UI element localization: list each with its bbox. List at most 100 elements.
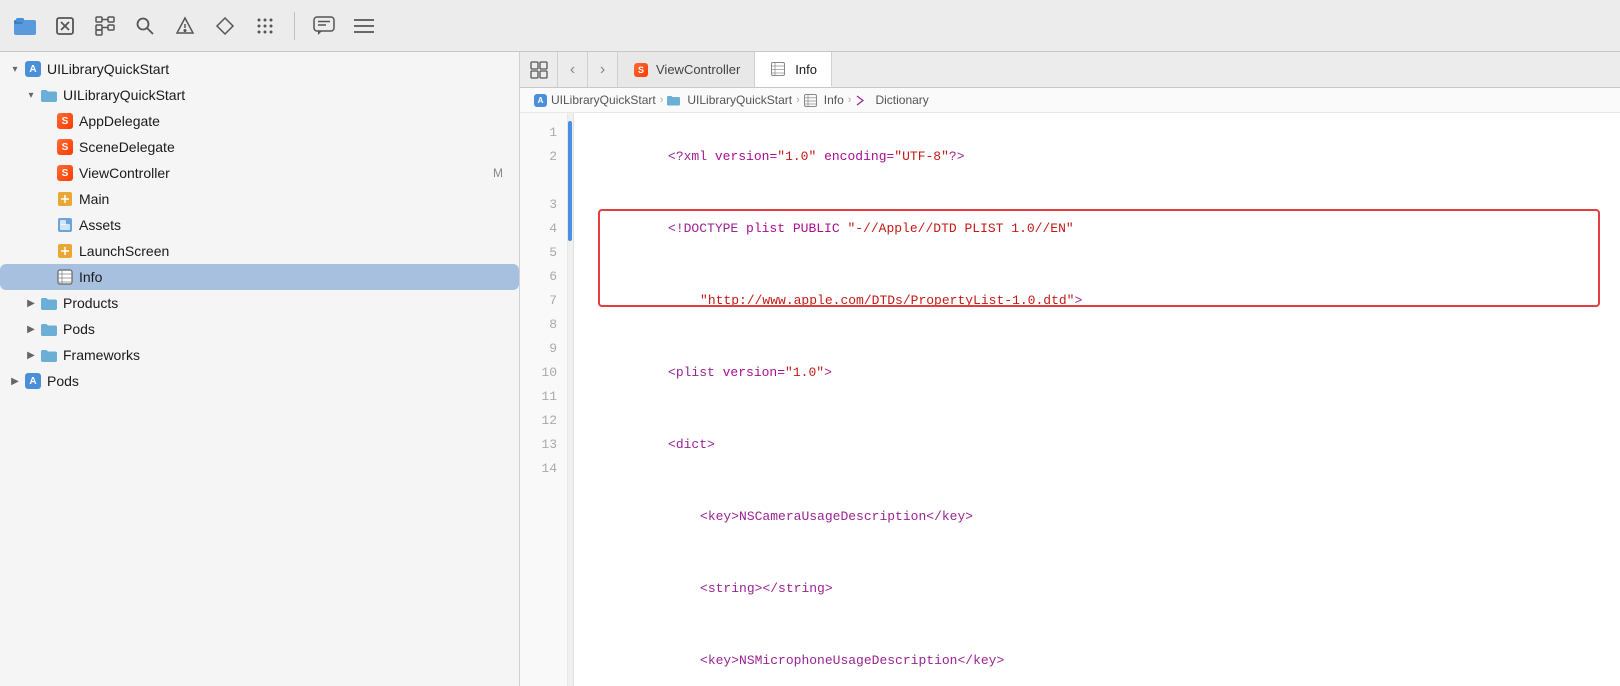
lines-icon[interactable]	[351, 13, 377, 39]
disclosure-empty	[40, 114, 54, 128]
sidebar-label-SceneDelegate: SceneDelegate	[79, 139, 175, 155]
code-line-6: <string></string>	[590, 553, 1620, 625]
sidebar-label-Assets: Assets	[79, 217, 121, 233]
folder-icon-Pods	[40, 320, 58, 338]
tab-back-btn[interactable]: ‹	[558, 52, 588, 87]
code-attr-1b: encoding=	[816, 149, 894, 164]
code-plist-val: "1.0"	[785, 365, 824, 380]
tab-bar: ‹ › S ViewController	[520, 52, 1620, 88]
sidebar-label-Main: Main	[79, 191, 109, 207]
sidebar-group-label: UILibraryQuickStart	[63, 87, 185, 103]
info-table-icon	[56, 268, 74, 286]
line-num-6: 6	[520, 265, 567, 289]
line-num-13: 13	[520, 433, 567, 457]
breadcrumb-sep-1: ›	[660, 94, 664, 106]
line-num-1: 1	[520, 121, 567, 145]
badge-m: M	[493, 166, 511, 180]
code-key-5-open: <key>	[700, 509, 739, 524]
sidebar-item-Assets[interactable]: Assets	[0, 212, 519, 238]
close-tab-icon[interactable]	[52, 13, 78, 39]
folder-icon[interactable]	[12, 13, 38, 39]
sidebar-item-SceneDelegate[interactable]: S SceneDelegate	[0, 134, 519, 160]
sidebar-label-Products: Products	[63, 295, 118, 311]
search-icon[interactable]	[132, 13, 158, 39]
diamond-icon[interactable]	[212, 13, 238, 39]
code-key-7-close: </key>	[957, 653, 1004, 668]
line-num-14: 14	[520, 457, 567, 481]
line-num-5: 5	[520, 241, 567, 265]
info-tab-icon	[769, 60, 787, 78]
breadcrumb-UILibraryQuickStart-app[interactable]: A UILibraryQuickStart	[534, 93, 656, 107]
breadcrumb-Info[interactable]: Info	[804, 93, 844, 107]
hierarchy-icon[interactable]	[92, 13, 118, 39]
code-key-7-open: <key>	[700, 653, 739, 668]
disclosure-empty4	[40, 192, 54, 206]
disclosure-empty6	[40, 244, 54, 258]
disclosure-Frameworks[interactable]: ▶	[24, 348, 38, 362]
disclosure-group[interactable]: ▾	[24, 88, 38, 102]
folder-icon-group	[40, 86, 58, 104]
code-dict-open: <dict>	[668, 437, 715, 452]
swift-icon-AppDelegate: S	[56, 112, 74, 130]
breadcrumb-Dictionary[interactable]: Dictionary	[855, 93, 928, 107]
code-plist-attr: version=	[723, 365, 785, 380]
sidebar-label-ViewController: ViewController	[79, 165, 170, 181]
tab-info-label: Info	[795, 62, 817, 77]
breadcrumb-label-folder: UILibraryQuickStart	[687, 93, 792, 107]
chat-icon[interactable]	[311, 13, 337, 39]
disclosure-empty5	[40, 218, 54, 232]
tab-forward-btn[interactable]: ›	[588, 52, 618, 87]
code-tag-1a: <?	[668, 149, 684, 164]
sidebar-item-Frameworks[interactable]: ▶ Frameworks	[0, 342, 519, 368]
code-key-5-text: NSCameraUsageDescription	[739, 509, 926, 524]
tab-viewcontroller-label: ViewController	[656, 62, 740, 77]
folder-icon-Products	[40, 294, 58, 312]
grid-dots-icon[interactable]	[252, 13, 278, 39]
sidebar-item-LaunchScreen[interactable]: LaunchScreen	[0, 238, 519, 264]
pods-app-icon: A	[24, 372, 42, 390]
code-val-1a: "1.0"	[777, 149, 816, 164]
sidebar-item-Info[interactable]: Info	[0, 264, 519, 290]
sidebar-label-Pods-root: Pods	[47, 373, 79, 389]
disclosure-Pods[interactable]: ▶	[24, 322, 38, 336]
disclosure-empty2	[40, 140, 54, 154]
code-line-5: <key>NSCameraUsageDescription</key>	[590, 481, 1620, 553]
code-doctype-2: plist PUBLIC	[746, 221, 847, 236]
code-tag-1c: ?>	[949, 149, 965, 164]
code-plist-close: >	[824, 365, 832, 380]
code-key-5-close: </key>	[926, 509, 973, 524]
disclosure-Products[interactable]: ▶	[24, 296, 38, 310]
sidebar-item-AppDelegate[interactable]: S AppDelegate	[0, 108, 519, 134]
sidebar-item-root[interactable]: ▾ A UILibraryQuickStart	[0, 56, 519, 82]
sidebar-item-Pods-root[interactable]: ▶ A Pods	[0, 368, 519, 394]
main-content: ▾ A UILibraryQuickStart ▾ UILibraryQuick…	[0, 52, 1620, 686]
warning-icon[interactable]	[172, 13, 198, 39]
tab-viewcontroller[interactable]: S ViewController	[618, 52, 755, 87]
sidebar-item-Main[interactable]: Main	[0, 186, 519, 212]
line-num-8: 8	[520, 313, 567, 337]
swift-icon-SceneDelegate: S	[56, 138, 74, 156]
sidebar-item-Pods[interactable]: ▶ Pods	[0, 316, 519, 342]
disclosure-empty7	[40, 270, 54, 284]
code-plist-open: <plist	[668, 365, 723, 380]
line-num-2: 2	[520, 145, 567, 169]
code-line-4: <dict>	[590, 409, 1620, 481]
code-attr-1a: version=	[715, 149, 777, 164]
sidebar-root-label: UILibraryQuickStart	[47, 61, 169, 77]
swift-icon-ViewController: S	[56, 164, 74, 182]
sidebar-item-UILibraryQuickStart-group[interactable]: ▾ UILibraryQuickStart	[0, 82, 519, 108]
grid-view-btn[interactable]	[520, 52, 558, 87]
breadcrumb-label-app: UILibraryQuickStart	[551, 93, 656, 107]
code-string-6-close: </string>	[762, 581, 832, 596]
breadcrumb-UILibraryQuickStart-folder[interactable]: UILibraryQuickStart	[667, 93, 792, 107]
code-val-1b: "UTF-8"	[894, 149, 949, 164]
breadcrumb-label-info: Info	[824, 93, 844, 107]
swift-tab-icon: S	[632, 61, 650, 79]
sidebar-item-Products[interactable]: ▶ Products	[0, 290, 519, 316]
breadcrumb-sep-3: ›	[848, 94, 852, 106]
sidebar-item-ViewController[interactable]: S ViewController M	[0, 160, 519, 186]
disclosure-root[interactable]: ▾	[8, 62, 22, 76]
disclosure-Pods-root[interactable]: ▶	[8, 374, 22, 388]
code-area[interactable]: 1 2 3 4 5 6 7 8 9 10 11 12 13 14	[520, 113, 1620, 686]
tab-info[interactable]: Info	[755, 52, 832, 87]
